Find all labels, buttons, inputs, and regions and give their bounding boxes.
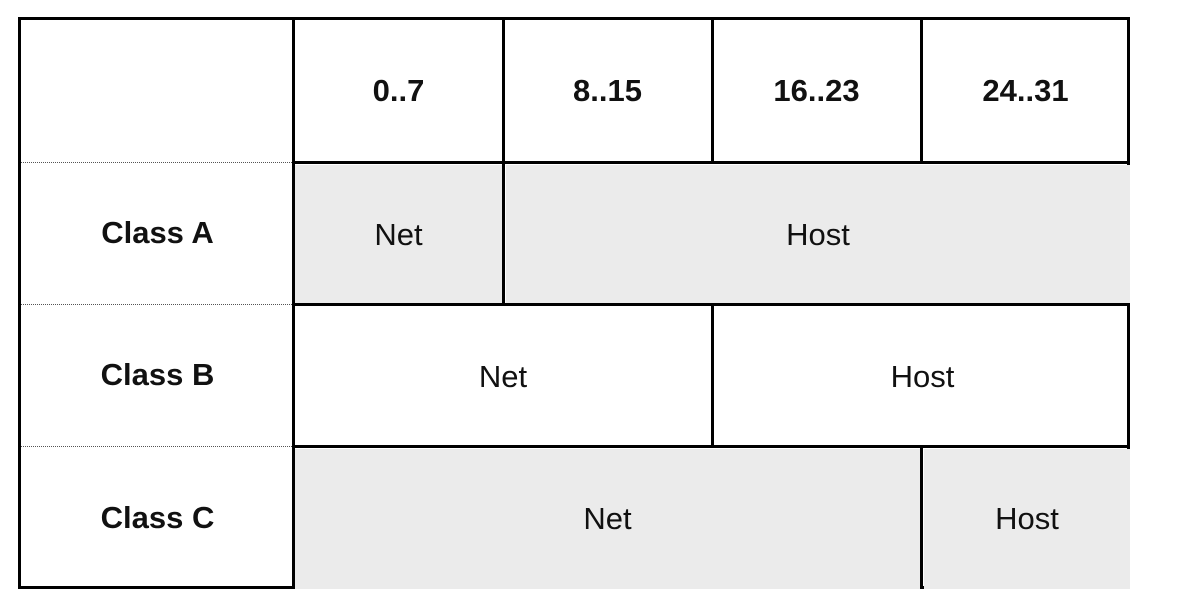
- label-column-divider: [292, 20, 295, 589]
- column-header-8-15: 8..15: [573, 73, 642, 108]
- class-a-host-segment: Host: [506, 165, 1130, 304]
- class-a-net-segment: Net: [294, 165, 503, 304]
- row-label-class-b: Class B: [100, 357, 215, 392]
- ip-address-class-table: 0..7 8..15 16..23 24..31 Class A Net Hos…: [18, 17, 1130, 589]
- class-b-host-segment: Host: [890, 358, 955, 394]
- segment-divider: [711, 304, 714, 446]
- label-divider: [21, 446, 294, 447]
- class-c-host-segment: Host: [924, 449, 1130, 589]
- class-c-net-segment: Net: [294, 449, 921, 589]
- class-b-net-segment: Net: [478, 358, 528, 394]
- label-divider: [21, 304, 294, 305]
- segment-divider: [920, 446, 923, 589]
- label-divider: [21, 162, 294, 163]
- column-divider: [502, 20, 505, 162]
- column-header-16-23: 16..23: [773, 73, 860, 108]
- segment-divider: [502, 162, 505, 304]
- row-label-class-c: Class C: [100, 499, 215, 535]
- row-label-class-a: Class A: [101, 215, 214, 250]
- column-divider: [920, 20, 923, 162]
- column-divider: [711, 20, 714, 162]
- column-header-24-31: 24..31: [982, 73, 1069, 108]
- column-header-0-7: 0..7: [372, 73, 425, 108]
